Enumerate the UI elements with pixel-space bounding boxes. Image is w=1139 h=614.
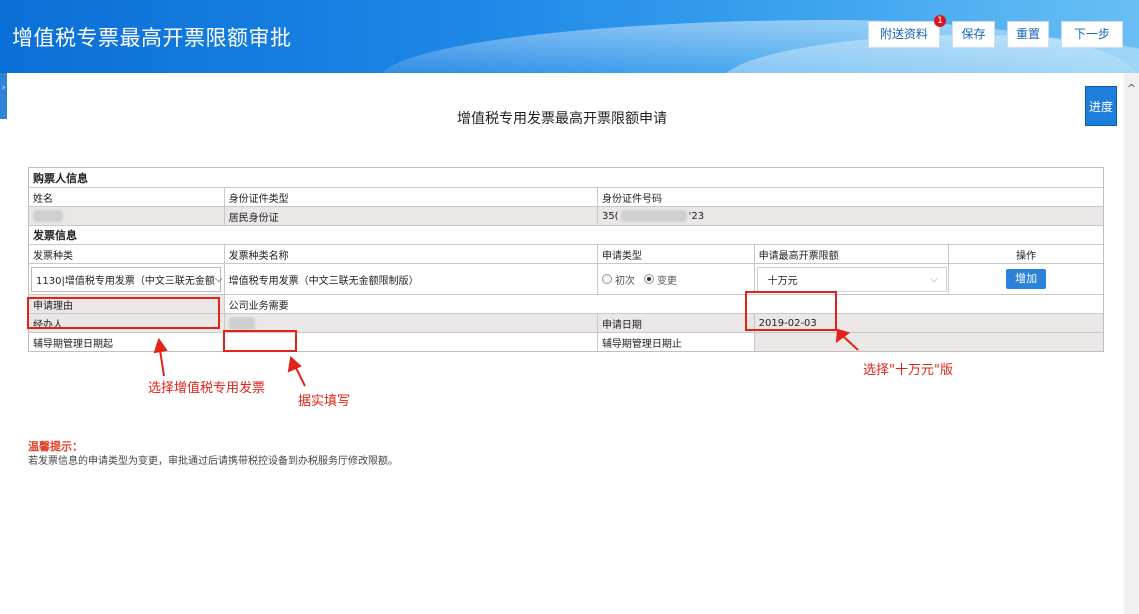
annotation-box-reason bbox=[223, 330, 297, 352]
operation-cell: 增加 bbox=[948, 264, 1103, 294]
apply-date-label: 申请日期 bbox=[596, 314, 754, 332]
column-header: 发票种类 bbox=[33, 250, 73, 262]
section-header-invoice: 发票信息 bbox=[29, 225, 1103, 244]
chevron-down-icon: ⌵ bbox=[930, 273, 938, 285]
radio-first-time[interactable] bbox=[601, 274, 612, 284]
invoice-type-select[interactable]: 1130|增值税专用发票（中文三联无金额 ⌵ bbox=[31, 266, 223, 292]
table-row: 姓名 身份证件类型 身份证件号码 bbox=[29, 187, 1103, 206]
scrollbar[interactable] bbox=[1124, 73, 1139, 614]
arrow-line bbox=[295, 367, 306, 387]
id-number-value: 35( '23 bbox=[596, 207, 1103, 225]
reason-input[interactable]: 公司业务需要 bbox=[223, 295, 1103, 313]
id-type-value: 居民身份证 bbox=[223, 207, 597, 225]
page-header-title: 增值税专票最高开票限额审批 bbox=[12, 26, 292, 50]
annotation-select-type: 选择增值税专用发票 bbox=[148, 381, 266, 396]
limit-select[interactable]: 十万元 ⌵ bbox=[756, 266, 947, 292]
invoice-type-cell: 1130|增值税专用发票（中文三联无金额 ⌵ bbox=[29, 264, 224, 294]
table-row: 发票种类 发票种类名称 申请类型 申请最高开票限额 操作 bbox=[29, 244, 1103, 263]
table-row: 居民身份证 35( '23 bbox=[29, 206, 1103, 225]
section-label: 发票信息 bbox=[33, 229, 77, 242]
column-header: 申请类型 bbox=[596, 245, 754, 263]
save-button[interactable]: 保存 bbox=[952, 21, 995, 48]
annotation-box-limit bbox=[745, 291, 837, 331]
id-number-masked bbox=[620, 210, 687, 222]
column-header: 身份证件类型 bbox=[223, 188, 597, 206]
page-title: 增值税专用发票最高开票限额申请 bbox=[457, 111, 667, 127]
table-row: 辅导期管理日期起 辅导期管理日期止 bbox=[29, 332, 1103, 351]
apply-type-cell: 初次 变更 bbox=[596, 264, 754, 294]
annotation-select-limit: 选择"十万元"版 bbox=[863, 363, 953, 378]
chevron-down-icon: ⌵ bbox=[214, 273, 223, 285]
id-number-prefix: 35( bbox=[601, 210, 619, 222]
column-header: 申请最高开票限额 bbox=[753, 245, 949, 263]
add-button[interactable]: 增加 bbox=[1006, 269, 1047, 289]
arrow-head bbox=[287, 356, 302, 373]
invoice-name-value: 增值税专用发票（中文三联无金额限制版） bbox=[223, 264, 597, 294]
annotation-box-invoice-type bbox=[27, 297, 220, 329]
column-header: 姓名 bbox=[33, 193, 53, 205]
radio-change[interactable] bbox=[643, 274, 654, 284]
attach-materials-button[interactable]: 附送资料 bbox=[868, 21, 940, 48]
buyer-name-value bbox=[29, 207, 224, 225]
radio-label: 初次 bbox=[614, 275, 635, 287]
arrow-line bbox=[159, 349, 165, 377]
section-label: 购票人信息 bbox=[33, 171, 88, 185]
column-header: 身份证件号码 bbox=[596, 188, 1103, 206]
period-start-label: 辅导期管理日期起 bbox=[33, 338, 113, 350]
id-number-suffix: '23 bbox=[688, 210, 705, 222]
column-header: 发票种类名称 bbox=[223, 245, 597, 263]
table-row: 1130|增值税专用发票（中文三联无金额 ⌵ 增值税专用发票（中文三联无金额限制… bbox=[29, 263, 1103, 294]
scroll-up-icon[interactable]: ^ bbox=[1124, 82, 1139, 98]
limit-selected: 十万元 bbox=[767, 275, 798, 287]
limit-cell: 十万元 ⌵ bbox=[753, 264, 949, 294]
reset-button[interactable]: 重置 bbox=[1007, 21, 1049, 48]
next-step-button[interactable]: 下一步 bbox=[1061, 21, 1123, 48]
period-end-input[interactable] bbox=[753, 333, 1103, 351]
notification-badge: 1 bbox=[934, 15, 946, 27]
period-end-label: 辅导期管理日期止 bbox=[596, 333, 754, 351]
annotation-fill-truth: 据实填写 bbox=[298, 394, 351, 409]
section-header-buyer: 购票人信息 bbox=[29, 168, 1103, 187]
invoice-type-selected: 1130|增值税专用发票（中文三联无金额 bbox=[36, 275, 215, 287]
tips-text: 若发票信息的申请类型为变更，审批通过后请携带税控设备到办税服务厅修改限额。 bbox=[28, 456, 398, 467]
radio-label: 变更 bbox=[656, 275, 677, 287]
column-header: 操作 bbox=[948, 245, 1103, 263]
